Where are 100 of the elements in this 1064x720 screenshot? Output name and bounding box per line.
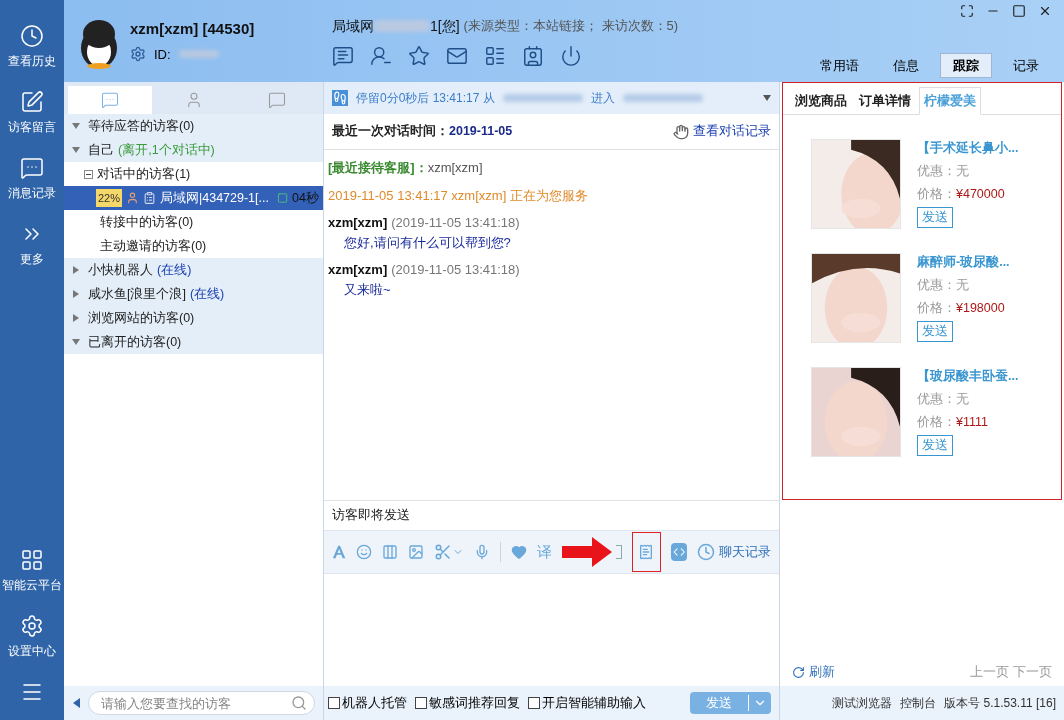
message-icon (268, 91, 287, 109)
close-icon[interactable] (1038, 4, 1052, 18)
image-icon[interactable] (408, 543, 425, 561)
expanded-icon[interactable] (72, 338, 80, 346)
star-icon[interactable] (408, 44, 430, 67)
panel-tab[interactable]: 信息 (880, 52, 932, 78)
price-document-icon[interactable] (638, 544, 655, 560)
system-message: 2019-11-05 13:41:17 xzm[xzm] 正在为您服务 (328, 186, 589, 205)
expanded-icon[interactable] (72, 122, 80, 130)
emoji-icon[interactable] (356, 543, 373, 561)
group-label: 已离开的访客(0) (88, 333, 182, 351)
option-checkbox[interactable]: 开启智能辅助输入 (528, 693, 646, 713)
cloud-icon (20, 548, 44, 572)
pointing-hand-icon (673, 123, 689, 140)
sender-name: xzm[xzm] (328, 214, 388, 232)
search-icon[interactable] (291, 695, 307, 711)
expanded-icon[interactable] (72, 146, 80, 154)
chat-bubble-icon (100, 91, 119, 109)
history-icon (20, 24, 44, 48)
id-label: ID: (154, 45, 171, 64)
group-status: (在线) (189, 285, 225, 303)
card-icon[interactable] (522, 44, 544, 67)
product-discount: 优惠：无 (917, 276, 970, 294)
group-label: 自己 (88, 141, 114, 159)
tree-group[interactable]: 已离开的访客(0) (64, 330, 323, 354)
group-label: 主动邀请的访客(0) (100, 237, 207, 255)
cloud-button[interactable]: 智能云平台 (0, 540, 64, 602)
option-checkbox[interactable]: 敏感词推荐回复 (415, 693, 520, 713)
group-label: 等待应答的访客(0) (88, 117, 195, 135)
collapsed-icon[interactable] (72, 266, 80, 274)
product-discount: 优惠：无 (917, 390, 970, 408)
visitor-row[interactable]: 22% 局域网|434729-1[... 04秒 (64, 186, 323, 210)
note-icon (20, 90, 44, 114)
tree-group[interactable]: 自己 (离开,1个对话中) (64, 138, 323, 162)
chat-log-link[interactable]: 查看对话记录 (693, 122, 771, 141)
percent-badge: 22% (96, 189, 123, 207)
code-icon[interactable] (670, 543, 687, 561)
visitor-title: 1[您] (430, 16, 460, 36)
redacted-mark (374, 20, 430, 32)
group-label: 浏览网站的访客(0) (88, 309, 195, 327)
option-checkbox[interactable]: 机器人托管 (328, 693, 407, 713)
version-label: 版本号 5.1.53.11 [16] (944, 695, 1056, 712)
dropdown-icon[interactable] (763, 94, 771, 102)
maximize-icon[interactable] (1012, 4, 1026, 18)
group-status: (离开,1个对话中) (118, 141, 215, 159)
scissors-icon (434, 543, 453, 561)
product-discount: 优惠：无 (917, 162, 970, 180)
recent-agent-label: [最近接待客服]： (328, 159, 428, 177)
settings-icon (20, 614, 44, 638)
status-link[interactable]: 控制台 (900, 694, 937, 712)
tracking-text: 停留0分0秒后 13:41:17 从 (356, 90, 495, 107)
last-chat-label: 最近一次对话时间： (332, 123, 449, 141)
tree-group[interactable]: 咸水鱼[浪里个浪] (在线) (64, 282, 323, 306)
sub-tab[interactable]: 浏览商品 (791, 87, 851, 115)
collapsed-icon[interactable] (72, 290, 80, 298)
price-label: 价格： (917, 413, 956, 431)
chat-history-button[interactable]: 聊天记录 (697, 542, 771, 562)
panel-tab[interactable]: 跟踪 (940, 52, 992, 78)
refresh-button[interactable]: 刷新 (792, 662, 835, 682)
refresh-icon (792, 665, 805, 679)
settings-icon[interactable] (130, 46, 146, 63)
font-icon[interactable] (332, 544, 347, 560)
panel-tab[interactable]: 记录 (1000, 52, 1052, 78)
clock-icon (697, 543, 715, 561)
tree-group[interactable]: 小快机器人 (在线) (64, 258, 323, 282)
chat-icon[interactable] (332, 44, 354, 67)
list-icon[interactable] (484, 44, 506, 67)
message-time: (2019-11-05 13:41:18) (391, 261, 520, 279)
group-status: (在线) (157, 261, 192, 279)
history-button[interactable]: 查看历史 (0, 16, 64, 78)
search-field[interactable]: 请输入您要查找的访客 (88, 691, 315, 715)
more-button[interactable]: 更多 (0, 214, 64, 276)
tree-group[interactable]: 浏览网站的访客(0) (64, 306, 323, 330)
person-icon (126, 191, 139, 205)
product-price: ¥198000 (956, 299, 1005, 317)
panel-tab[interactable]: 常用语 (807, 52, 872, 78)
heart-icon[interactable] (510, 543, 527, 561)
sub-tab[interactable]: 订单详情 (855, 87, 915, 115)
messages-icon (20, 156, 44, 180)
collapse-panel-icon[interactable] (72, 698, 80, 708)
note-button[interactable]: 访客留言 (0, 82, 64, 144)
remove-user-icon[interactable] (370, 44, 392, 67)
arrow-annotation (561, 537, 612, 567)
collapsed-icon[interactable] (72, 314, 80, 322)
power-icon[interactable] (560, 44, 582, 67)
visitor-name: 局域网|434729-1[... (160, 189, 269, 207)
visitor-timer: 04秒 (292, 189, 319, 207)
settings-button[interactable]: 设置中心 (0, 606, 64, 668)
messages-button[interactable]: 消息记录 (0, 148, 64, 210)
group-label: 咸水鱼[浪里个浪] (88, 285, 186, 303)
product-price: ¥470000 (956, 185, 1005, 203)
status-link[interactable]: 测试浏览器 (832, 694, 893, 712)
tree-group[interactable]: 等待应答的访客(0) (64, 114, 323, 138)
visitor-title: 局域网 (332, 16, 374, 36)
footprint-icon (332, 90, 348, 106)
screenshot-icon[interactable] (434, 543, 465, 561)
fullscreen-icon[interactable] (960, 4, 974, 18)
sender-name: xzm[xzm] (328, 261, 388, 279)
collapse-toggle-icon (84, 169, 93, 179)
group-label: 小快机器人 (88, 261, 153, 279)
